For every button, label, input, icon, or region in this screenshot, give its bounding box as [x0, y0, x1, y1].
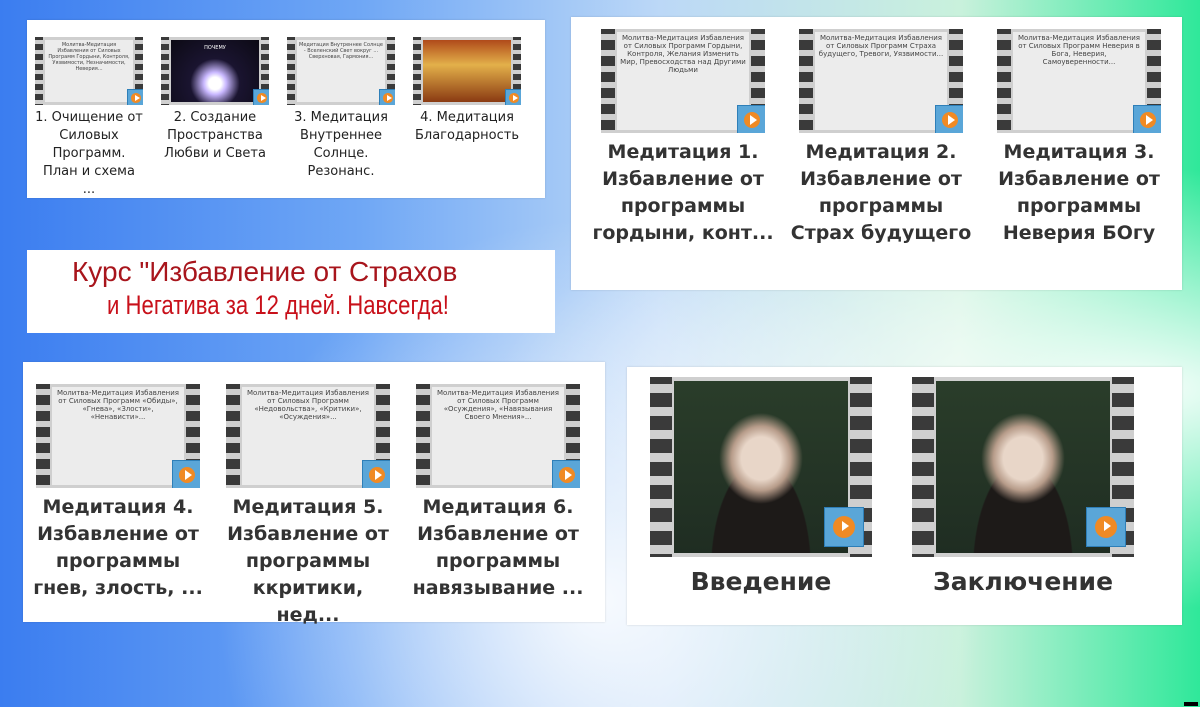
play-icon[interactable] [552, 460, 580, 488]
video-list-panel-1: Молитва-Медитация Избавления от Силовых … [27, 20, 545, 198]
thumbnail-text: Медитация Внутреннее Солнце - Вселенский… [297, 40, 385, 102]
video-caption[interactable]: 3. Медитация Внутреннее Солнце. Резонанс… [287, 109, 395, 181]
video-caption[interactable]: Введение [643, 567, 879, 596]
video-thumbnail[interactable]: Молитва-Медитация Избавления от Силовых … [36, 384, 200, 488]
video-caption[interactable]: Медитация 4. Избавление от программы гне… [28, 494, 208, 602]
video-caption[interactable]: 1. Очищение от Силовых Программ. План и … [35, 109, 143, 199]
play-icon[interactable] [1133, 105, 1161, 133]
corner-marker [1184, 702, 1198, 706]
video-thumbnail[interactable]: Медитация Внутреннее Солнце - Вселенский… [287, 37, 395, 105]
course-title-line-2: и Негатива за 12 дней. Навсегда! [107, 290, 449, 320]
course-title-banner: Курс "Избавление от Страхов и Негатива з… [27, 250, 555, 333]
play-icon[interactable] [737, 105, 765, 133]
video-thumbnail[interactable]: Молитва-Медитация Избавления от Силовых … [997, 29, 1161, 133]
video-thumbnail[interactable] [912, 377, 1134, 557]
play-icon[interactable] [362, 460, 390, 488]
video-caption[interactable]: Медитация 2. Избавление от программы Стр… [786, 139, 976, 247]
video-thumbnail[interactable]: Молитва-Медитация Избавления от Силовых … [416, 384, 580, 488]
play-icon[interactable] [127, 89, 143, 105]
thumbnail-text: Молитва-Медитация Избавления от Силовых … [52, 387, 184, 485]
video-list-panel-3: Молитва-Медитация Избавления от Силовых … [23, 362, 605, 626]
video-thumbnail[interactable]: Молитва-Медитация Избавления от Силовых … [226, 384, 390, 488]
video-list-panel-2: Молитва-Медитация Избавления от Силовых … [571, 17, 1182, 290]
video-caption[interactable]: 4. Медитация Благодарность [413, 109, 521, 145]
play-icon[interactable] [379, 89, 395, 105]
video-caption[interactable]: Медитация 3. Избавление от программы Нев… [984, 139, 1174, 247]
thumbnail-text: Молитва-Медитация Избавления от Силовых … [617, 32, 749, 130]
play-icon[interactable] [1086, 507, 1126, 547]
video-thumbnail[interactable]: Молитва-Медитация Избавления от Силовых … [601, 29, 765, 133]
speaker-video-frame [674, 381, 848, 553]
thumbnail-text: Молитва-Медитация Избавления от Силовых … [242, 387, 374, 485]
icon-image [423, 40, 511, 102]
play-icon[interactable] [824, 507, 864, 547]
play-icon[interactable] [172, 460, 200, 488]
thumbnail-text: ПОЧЕМУ [204, 45, 226, 51]
video-caption[interactable]: Медитация 5. Избавление от программы ккр… [218, 494, 398, 629]
thumbnail-text: Молитва-Медитация Избавления от Силовых … [45, 40, 133, 102]
thumbnail-text: Молитва-Медитация Избавления от Силовых … [1013, 32, 1145, 130]
video-caption[interactable]: Заключение [905, 567, 1141, 596]
video-caption[interactable]: Медитация 6. Избавление от программы нав… [408, 494, 588, 602]
play-icon[interactable] [935, 105, 963, 133]
video-thumbnail[interactable] [650, 377, 872, 557]
play-icon[interactable] [505, 89, 521, 105]
video-thumbnail[interactable]: Молитва-Медитация Избавления от Силовых … [799, 29, 963, 133]
video-thumbnail[interactable] [413, 37, 521, 105]
play-icon[interactable] [253, 89, 269, 105]
video-thumbnail[interactable]: ПОЧЕМУ [161, 37, 269, 105]
speaker-video-frame [936, 381, 1110, 553]
thumbnail-text: Молитва-Медитация Избавления от Силовых … [432, 387, 564, 485]
video-thumbnail[interactable]: Молитва-Медитация Избавления от Силовых … [35, 37, 143, 105]
video-caption[interactable]: Медитация 1. Избавление от программы гор… [588, 139, 778, 247]
thumbnail-text: Молитва-Медитация Избавления от Силовых … [815, 32, 947, 130]
video-caption[interactable]: 2. Создание Пространства Любви и Света [161, 109, 269, 163]
video-list-panel-4: Введение Заключение [627, 367, 1182, 625]
course-title-line-1: Курс "Избавление от Страхов [72, 256, 458, 287]
